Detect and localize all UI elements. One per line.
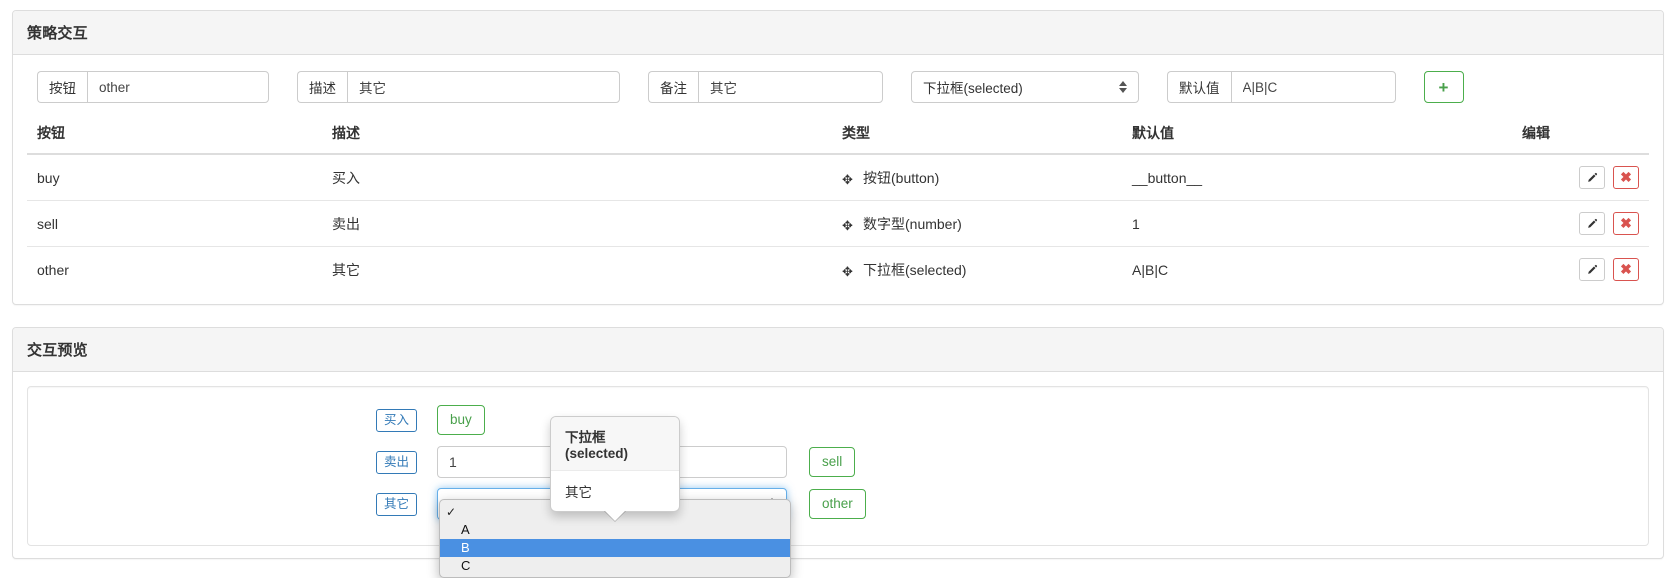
cell-default: 1 bbox=[1122, 200, 1512, 247]
description-addon-label: 描述 bbox=[297, 71, 347, 103]
preview-panel-body: 买入 buy 卖出 sell 下拉框(selected) 其它 bbox=[13, 372, 1663, 578]
table-header-row: 按钮 描述 类型 默认值 编辑 bbox=[27, 119, 1649, 155]
cell-default: __button__ bbox=[1132, 169, 1203, 186]
preview-row-buy: 买入 buy bbox=[42, 401, 1634, 439]
cell-type-text: 按钮(button) bbox=[863, 169, 940, 186]
select-spinner-icon bbox=[1119, 81, 1127, 93]
delete-row-button[interactable]: ✖ bbox=[1613, 212, 1639, 235]
th-desc: 描述 bbox=[322, 119, 832, 155]
row-action-group: ✖ bbox=[1579, 166, 1639, 189]
th-type: 类型 bbox=[832, 119, 1122, 155]
preview-label-buy: 买入 bbox=[376, 408, 418, 432]
edit-row-button[interactable] bbox=[1579, 258, 1605, 281]
default-value-input-group: 默认值 bbox=[1167, 71, 1396, 103]
cell-type: ✥ 数字型(number) bbox=[832, 200, 1122, 247]
cell-type: ✥ 下拉框(selected) bbox=[832, 246, 1122, 292]
popover-content: 其它 bbox=[565, 485, 592, 500]
strategy-panel-body: 按钮 描述 备注 下拉框(selected) bbox=[13, 55, 1663, 304]
popover-title: 下拉框(selected) bbox=[551, 417, 679, 471]
interaction-table: 按钮 描述 类型 默认值 编辑 buy 买入 ✥ 按钮(button) __bu… bbox=[27, 119, 1649, 292]
popover-arrow-inner-icon bbox=[604, 510, 626, 521]
strategy-form-row: 按钮 描述 备注 下拉框(selected) bbox=[27, 69, 1649, 109]
th-edit: 编辑 bbox=[1512, 119, 1649, 155]
cell-button: sell bbox=[27, 200, 322, 247]
preview-surface: 买入 buy 卖出 sell 下拉框(selected) 其它 bbox=[27, 386, 1649, 578]
pencil-icon bbox=[1586, 264, 1598, 276]
cell-actions: ✖ bbox=[1512, 200, 1649, 247]
interaction-table-body: buy 买入 ✥ 按钮(button) __button__ ✖ sell 卖出… bbox=[27, 154, 1649, 292]
type-select-value: 下拉框(selected) bbox=[923, 81, 1023, 96]
cell-actions: ✖ bbox=[1512, 154, 1649, 201]
table-row: other 其它 ✥ 下拉框(selected) A|B|C ✖ bbox=[27, 246, 1649, 292]
type-popover: 下拉框(selected) 其它 bbox=[550, 416, 680, 522]
option-item-c[interactable]: C bbox=[440, 557, 790, 575]
preview-row-other: 其它 ✓ A B C other bbox=[42, 485, 1634, 578]
preview-button-sell[interactable]: sell bbox=[809, 446, 856, 478]
option-item-a[interactable]: A bbox=[440, 521, 790, 539]
cell-desc: 其它 bbox=[322, 246, 832, 292]
table-row: buy 买入 ✥ 按钮(button) __button__ ✖ bbox=[27, 154, 1649, 201]
interaction-table-head: 按钮 描述 类型 默认值 编辑 bbox=[27, 119, 1649, 155]
drag-handle-icon[interactable]: ✥ bbox=[842, 218, 856, 234]
note-input[interactable] bbox=[698, 71, 883, 103]
default-value-addon-label: 默认值 bbox=[1167, 71, 1231, 103]
cell-type-text: 下拉框(selected) bbox=[863, 261, 967, 278]
cell-type-text: 数字型(number) bbox=[863, 215, 962, 232]
note-addon-label: 备注 bbox=[648, 71, 698, 103]
edit-row-button[interactable] bbox=[1579, 166, 1605, 189]
preview-panel-title: 交互预览 bbox=[27, 342, 88, 359]
cell-type: ✥ 按钮(button) bbox=[832, 154, 1122, 201]
cell-desc: 卖出 bbox=[322, 200, 832, 247]
description-input[interactable] bbox=[347, 71, 620, 103]
button-name-input[interactable] bbox=[87, 71, 269, 103]
strategy-panel-header: 策略交互 bbox=[13, 11, 1663, 55]
preview-panel-header: 交互预览 bbox=[13, 328, 1663, 372]
add-row-button[interactable]: + bbox=[1423, 71, 1464, 103]
times-icon: ✖ bbox=[1620, 215, 1632, 231]
plus-icon: + bbox=[1438, 77, 1449, 97]
edit-row-button[interactable] bbox=[1579, 212, 1605, 235]
cell-button: buy bbox=[37, 169, 60, 186]
option-item-b[interactable]: B bbox=[440, 539, 791, 557]
pencil-icon bbox=[1586, 218, 1598, 230]
row-action-group: ✖ bbox=[1579, 258, 1639, 281]
note-input-group: 备注 bbox=[648, 71, 883, 103]
row-action-group: ✖ bbox=[1579, 212, 1639, 235]
description-input-group: 描述 bbox=[297, 71, 620, 103]
cell-actions: ✖ bbox=[1512, 246, 1649, 292]
pencil-icon bbox=[1586, 172, 1598, 184]
times-icon: ✖ bbox=[1620, 169, 1632, 185]
delete-row-button[interactable]: ✖ bbox=[1613, 258, 1639, 281]
strategy-panel-title: 策略交互 bbox=[27, 25, 88, 42]
drag-handle-icon[interactable]: ✥ bbox=[842, 172, 856, 188]
interaction-preview-panel: 交互预览 买入 buy 卖出 sell 下拉框(selected) 其它 bbox=[12, 327, 1664, 578]
default-value-input[interactable] bbox=[1230, 71, 1396, 103]
preview-row-sell: 卖出 sell 下拉框(selected) 其它 bbox=[42, 416, 1634, 522]
th-default: 默认值 bbox=[1122, 119, 1512, 155]
button-name-addon-label: 按钮 bbox=[37, 71, 87, 103]
cell-default: A|B|C bbox=[1122, 246, 1512, 292]
type-select[interactable]: 下拉框(selected) bbox=[911, 71, 1139, 103]
delete-row-button[interactable]: ✖ bbox=[1613, 166, 1639, 189]
th-button: 按钮 bbox=[27, 119, 322, 155]
preview-button-buy[interactable]: buy bbox=[437, 404, 485, 436]
button-name-input-group: 按钮 bbox=[37, 71, 269, 103]
drag-handle-icon[interactable]: ✥ bbox=[842, 264, 856, 280]
page-container: 策略交互 按钮 描述 备注 下拉框(selected) bbox=[0, 0, 1676, 578]
cell-desc: 买入 bbox=[332, 169, 360, 186]
preview-label-other: 其它 bbox=[376, 492, 418, 516]
cell-button: other bbox=[27, 246, 322, 292]
times-icon: ✖ bbox=[1620, 261, 1632, 277]
table-row: sell 卖出 ✥ 数字型(number) 1 ✖ bbox=[27, 200, 1649, 247]
preview-button-other[interactable]: other bbox=[809, 488, 866, 520]
strategy-interaction-panel: 策略交互 按钮 描述 备注 下拉框(selected) bbox=[12, 10, 1664, 305]
preview-label-sell: 卖出 bbox=[376, 450, 418, 474]
